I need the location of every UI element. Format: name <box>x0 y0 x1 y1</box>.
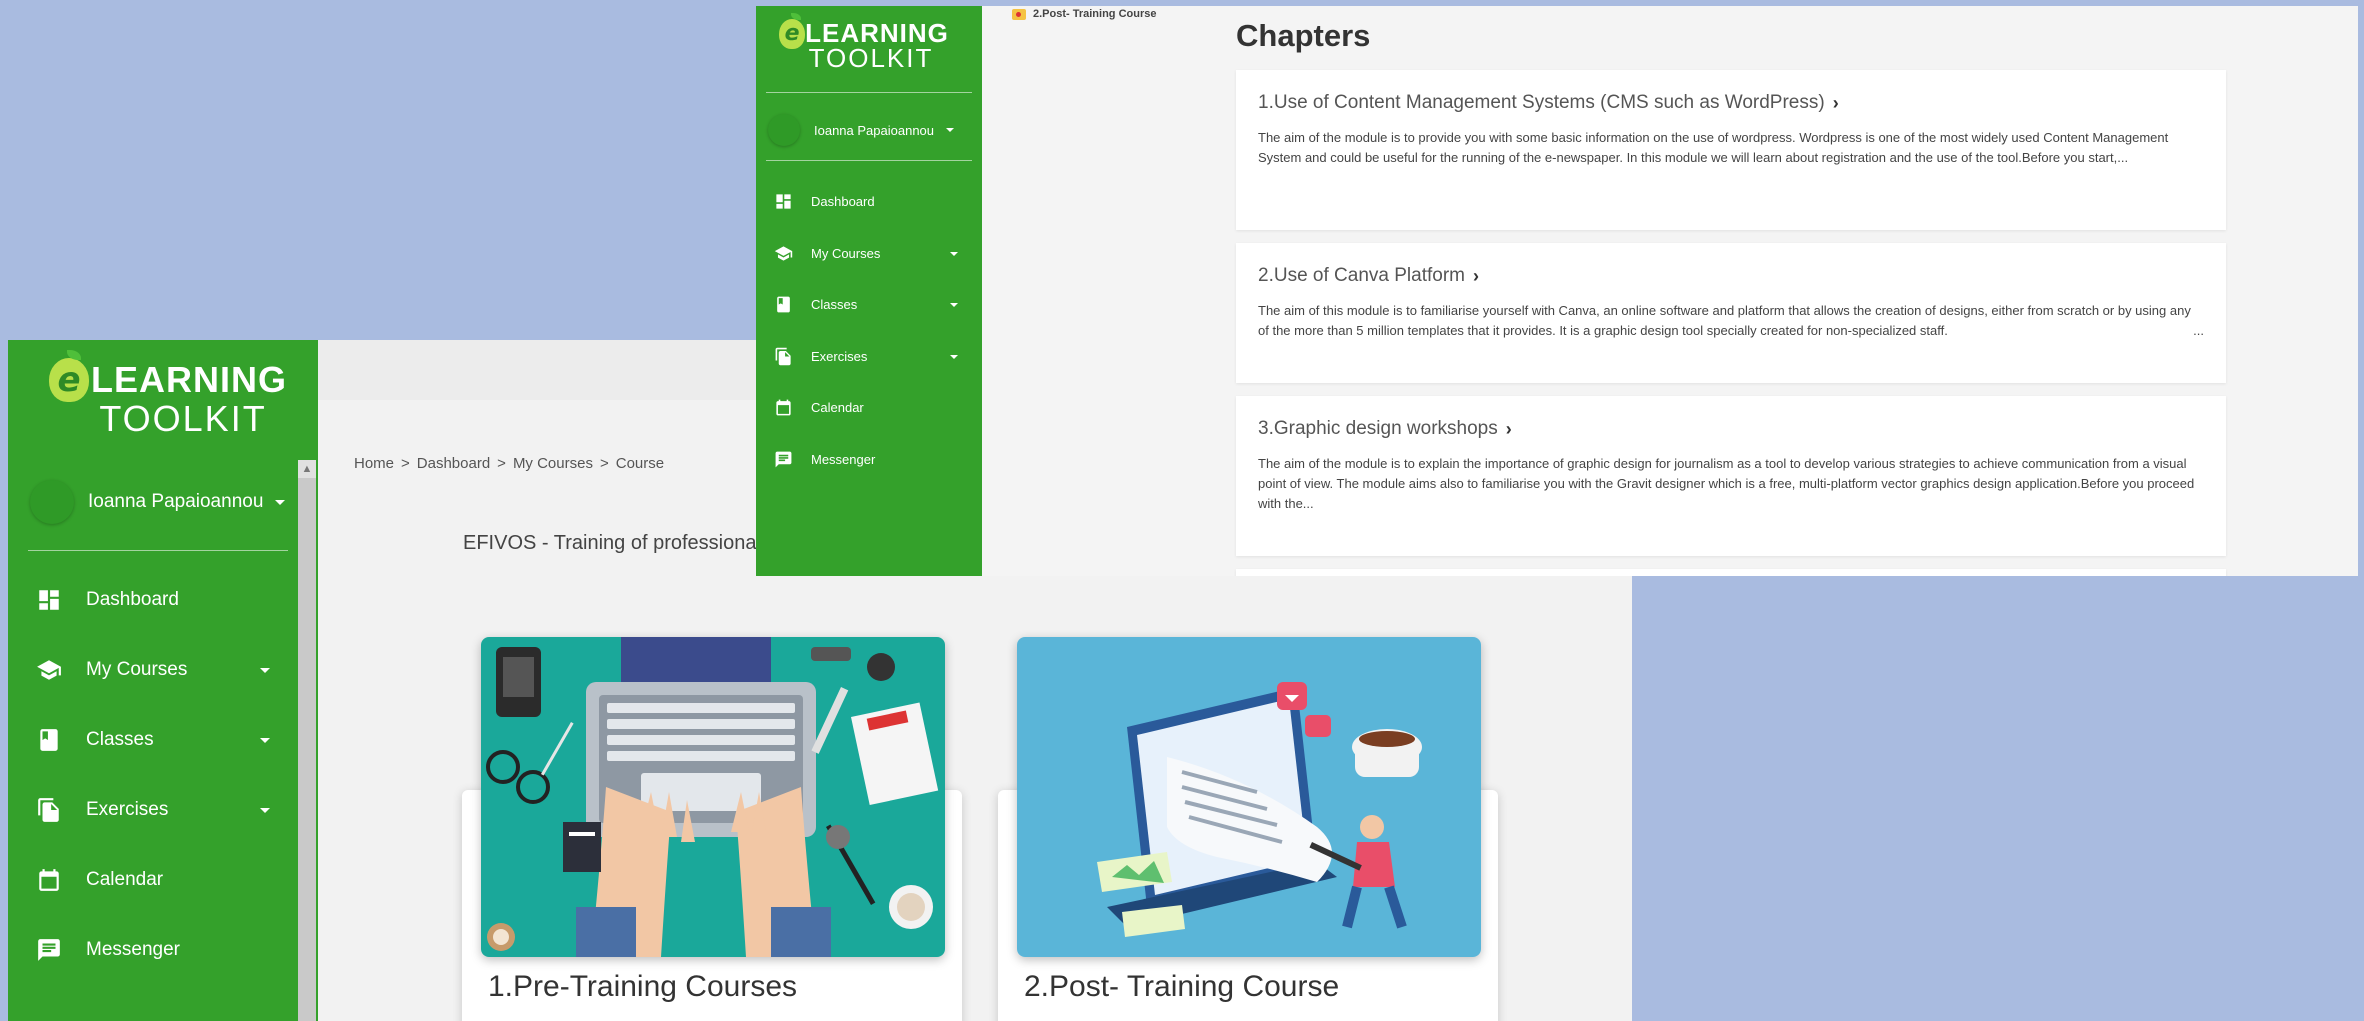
calendar-icon <box>39 869 59 891</box>
sidebar-item-classes[interactable]: Classes <box>36 705 276 775</box>
sidebar-item-label: My Courses <box>811 245 881 261</box>
pre-training-card-image[interactable] <box>481 637 945 957</box>
elearning-toolkit-logo[interactable]: e LEARNING TOOLKIT <box>774 12 954 74</box>
course-card-title[interactable]: 1.Pre-Training Courses <box>488 970 797 1004</box>
sidebar-item-label: Exercises <box>86 799 169 820</box>
chevron-down-icon <box>950 251 958 256</box>
sidebar-item-calendar[interactable]: Calendar <box>774 382 964 434</box>
chevron-right-icon: › <box>1505 418 1512 439</box>
documents-icon <box>775 347 791 365</box>
sidebar-item-messenger[interactable]: Messenger <box>36 915 276 985</box>
chevron-down-icon <box>260 668 270 673</box>
scroll-up-icon[interactable]: ▲ <box>298 460 316 478</box>
divider <box>28 550 288 551</box>
more-ellipsis[interactable]: ... <box>2193 321 2204 341</box>
chapters-window: e LEARNING TOOLKIT Ioanna Papaioannou Das… <box>756 6 2358 576</box>
dashboard-icon <box>39 590 59 610</box>
graduation-cap-icon <box>774 246 793 261</box>
breadcrumb: Home > Dashboard > My Courses > Course <box>354 455 665 472</box>
chat-icon <box>38 939 60 961</box>
document-illustration <box>1017 637 1481 957</box>
course-card-title[interactable]: 2.Post- Training Course <box>1024 970 1339 1004</box>
chevron-right-icon: › <box>1472 265 1479 286</box>
sidebar-item-label: Dashboard <box>86 589 179 610</box>
sidebar-item-label: Classes <box>811 297 858 313</box>
sidebar-item-dashboard[interactable]: Dashboard <box>774 176 964 228</box>
sidebar-item-label: My Courses <box>86 659 188 680</box>
sidebar-item-label: Calendar <box>811 400 864 416</box>
graduation-cap-icon <box>37 660 61 680</box>
chevron-down-icon <box>260 808 270 813</box>
chevron-down-icon <box>260 738 270 743</box>
course-tab-label: 2.Post- Training Course <box>1033 8 1157 20</box>
sidebar-item-classes[interactable]: Classes <box>774 279 964 331</box>
sidebar: e LEARNING TOOLKIT Ioanna Papaioannou Das… <box>756 6 982 576</box>
sidebar-nav: Dashboard My Courses Classes Exercises C… <box>774 176 964 485</box>
dashboard-icon <box>776 194 791 209</box>
sidebar-item-label: Calendar <box>86 869 164 890</box>
folder-icon <box>1012 8 1026 20</box>
avatar <box>30 480 74 524</box>
post-training-card-image[interactable] <box>1017 637 1481 957</box>
chevron-down-icon <box>950 303 958 307</box>
user-menu[interactable]: Ioanna Papaioannou <box>30 480 286 524</box>
sidebar: e LEARNING TOOLKIT Ioanna Papaioannou Das… <box>8 340 318 1021</box>
chapter-description: The aim of the module is to provide you … <box>1258 130 2169 165</box>
sidebar-item-my-courses[interactable]: My Courses <box>36 635 276 705</box>
sidebar-item-messenger[interactable]: Messenger <box>774 434 964 486</box>
chapter-title[interactable]: 2.Use of Canva Platform › <box>1258 265 2204 287</box>
chevron-down-icon <box>950 354 958 359</box>
chapter-card-4[interactable] <box>1236 569 2226 576</box>
sidebar-item-label: Dashboard <box>811 194 875 210</box>
sidebar-item-label: Classes <box>86 729 154 750</box>
laptop-desk-illustration <box>481 637 945 957</box>
page-title: Chapters <box>1236 18 1371 53</box>
user-name: Ioanna Papaioannou <box>814 122 935 138</box>
course-tab[interactable]: 2.Post- Training Course <box>1012 8 1156 20</box>
user-menu[interactable]: Ioanna Papaioannou <box>768 114 955 146</box>
chevron-right-icon: › <box>1832 92 1839 113</box>
sidebar-item-exercises[interactable]: Exercises <box>36 775 276 845</box>
chapter-card-1[interactable]: 1.Use of Content Management Systems (CMS… <box>1236 70 2226 230</box>
course-subtitle: EFIVOS - Training of professionals <box>463 532 771 554</box>
chapter-title[interactable]: 3.Graphic design workshops › <box>1258 418 2204 440</box>
divider <box>766 92 972 93</box>
sidebar-nav: Dashboard My Courses Classes Exercises C… <box>36 565 276 985</box>
chapter-description: The aim of this module is to familiarise… <box>1258 301 2204 341</box>
chapter-title[interactable]: 1.Use of Content Management Systems (CMS… <box>1258 92 2204 114</box>
chat-icon <box>775 451 792 468</box>
sidebar-item-label: Messenger <box>86 939 180 960</box>
elearning-toolkit-logo[interactable]: e LEARNING TOOLKIT <box>48 350 288 440</box>
apple-logo-icon: e <box>49 350 89 402</box>
user-name: Ioanna Papaioannou <box>88 491 264 512</box>
sidebar-scrollbar[interactable]: ▲ <box>298 460 316 1021</box>
sidebar-item-calendar[interactable]: Calendar <box>36 845 276 915</box>
avatar <box>768 114 800 146</box>
sidebar-item-exercises[interactable]: Exercises <box>774 331 964 383</box>
book-icon <box>40 729 58 751</box>
sidebar-item-dashboard[interactable]: Dashboard <box>36 565 276 635</box>
documents-icon <box>38 798 59 822</box>
breadcrumb-home[interactable]: Home <box>354 455 394 472</box>
chapter-description: The aim of the module is to explain the … <box>1258 456 2195 511</box>
breadcrumb-course: Course <box>615 455 665 472</box>
sidebar-item-my-courses[interactable]: My Courses <box>774 228 964 280</box>
book-icon <box>777 296 790 313</box>
chapter-card-3[interactable]: 3.Graphic design workshops › The aim of … <box>1236 396 2226 556</box>
chapter-card-2[interactable]: 2.Use of Canva Platform › The aim of thi… <box>1236 243 2226 383</box>
breadcrumb-my-courses[interactable]: My Courses <box>513 455 593 472</box>
sidebar-item-label: Messenger <box>811 451 876 467</box>
breadcrumb-dashboard[interactable]: Dashboard <box>417 455 490 472</box>
chevron-down-icon <box>946 128 955 132</box>
sidebar-item-label: Exercises <box>811 348 868 364</box>
chevron-down-icon <box>275 499 286 505</box>
divider <box>766 160 972 161</box>
apple-logo-icon: e <box>779 12 806 49</box>
calendar-icon <box>776 399 791 416</box>
